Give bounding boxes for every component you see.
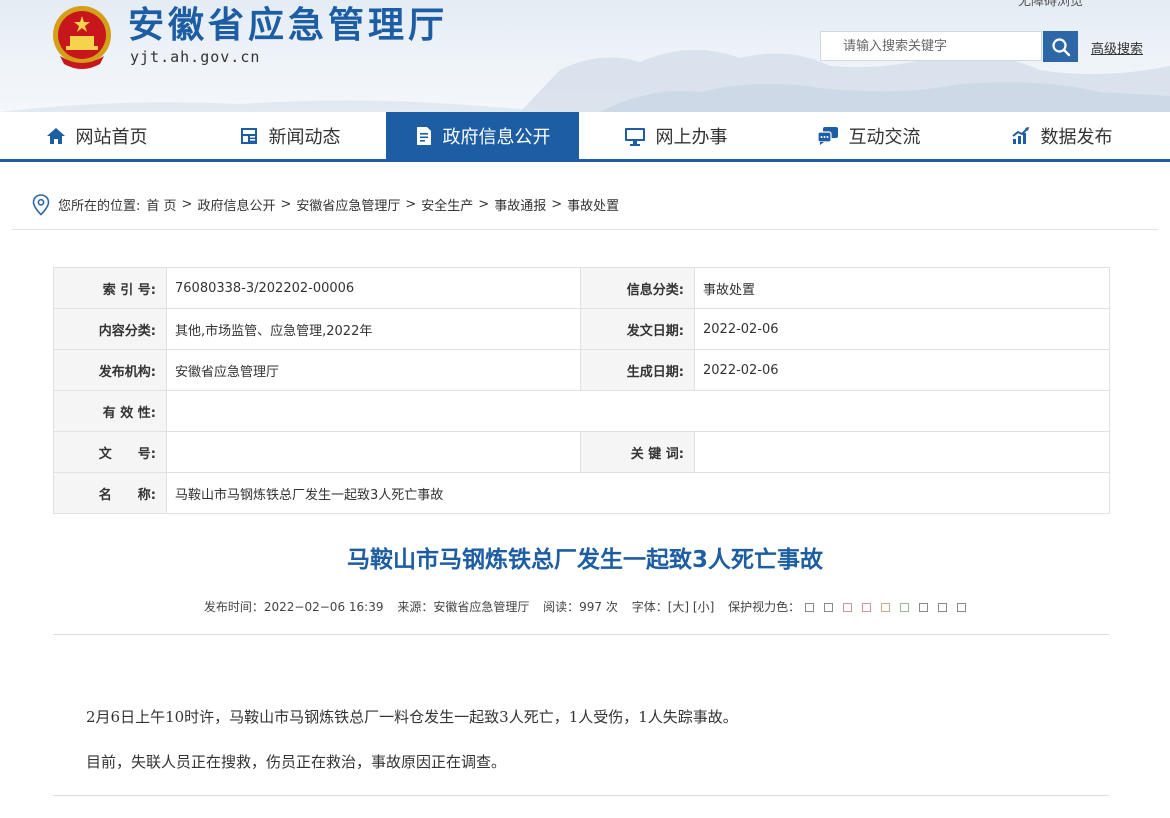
breadcrumb-separator: > [181, 197, 193, 212]
breadcrumb-separator: > [405, 197, 417, 212]
table-row: 内容分类: 其他,市场监管、应急管理,2022年 发文日期: 2022-02-0… [53, 308, 1110, 350]
table-row: 索 引 号: 76080338-3/202202-00006 信息分类: 事故处… [53, 267, 1110, 309]
chart-icon [1011, 126, 1029, 144]
view-count: 阅读：997 次 [543, 600, 618, 614]
nav-item-news[interactable]: 新闻动态 [193, 112, 386, 159]
monitor-icon [624, 127, 645, 146]
org-label: 发布机构: [53, 349, 167, 391]
main-nav: 网站首页 新闻动态 政府信息公开 网上办事 互动交流 数据发布 [0, 112, 1170, 162]
table-row: 发布机构: 安徽省应急管理厅 生成日期: 2022-02-06 [53, 349, 1110, 391]
national-emblem-icon [50, 4, 114, 70]
font-size-control[interactable]: 字体：[大] [小] [632, 600, 715, 614]
keywords-label: 关 键 词: [580, 431, 695, 473]
site-header: 安徽省应急管理厅 yjt.ah.gov.cn 无障碍浏览 高级搜索 [0, 0, 1170, 112]
doc-no-value [166, 431, 581, 473]
nav-item-gov-info[interactable]: 政府信息公开 [386, 112, 579, 159]
doc-no-label: 文 号: [53, 431, 167, 473]
table-row: 名 称: 马鞍山市马钢炼铁总厂发生一起致3人死亡事故 [53, 472, 1110, 514]
breadcrumb-item[interactable]: 事故处置 [567, 195, 619, 214]
advanced-search-link[interactable]: 高级搜索 [1091, 38, 1143, 57]
chat-icon [816, 126, 838, 145]
table-row: 文 号: 关 键 词: [53, 431, 1110, 473]
nav-item-label: 新闻动态 [268, 126, 341, 148]
index-label: 索 引 号: [53, 267, 167, 309]
eye-color-swatch[interactable] [919, 603, 929, 612]
nav-item-label: 政府信息公开 [442, 126, 551, 148]
keywords-value [694, 431, 1110, 473]
nav-item-data-release[interactable]: 数据发布 [965, 112, 1158, 159]
name-value: 马鞍山市马钢炼铁总厂发生一起致3人死亡事故 [166, 472, 1110, 514]
search-icon [1051, 37, 1070, 56]
validity-label: 有 效 性: [53, 390, 167, 432]
gen-date-label: 生成日期: [580, 349, 695, 391]
nav-item-label: 网站首页 [75, 126, 148, 148]
accessibility-link[interactable]: 无障碍浏览 [1018, 0, 1083, 9]
breadcrumb: 您所在的位置: 首 页 > 政府信息公开 > 安徽省应急管理厅 > 安全生产 >… [12, 180, 1158, 230]
table-row: 有 效 性: [53, 390, 1110, 432]
home-icon [46, 127, 65, 144]
breadcrumb-item[interactable]: 政府信息公开 [197, 195, 275, 214]
issue-date-value: 2022-02-06 [694, 308, 1110, 350]
nav-item-interaction[interactable]: 互动交流 [772, 112, 965, 159]
search-input[interactable] [820, 31, 1042, 61]
eye-color-swatch[interactable] [843, 603, 853, 612]
nav-item-label: 数据发布 [1040, 126, 1113, 148]
org-value: 安徽省应急管理厅 [166, 349, 581, 391]
info-table: 索 引 号: 76080338-3/202202-00006 信息分类: 事故处… [53, 267, 1110, 514]
eye-color-swatch[interactable] [805, 603, 815, 612]
nav-item-home[interactable]: 网站首页 [0, 112, 193, 159]
issue-date-label: 发文日期: [580, 308, 695, 350]
category-label: 信息分类: [580, 267, 695, 309]
site-name[interactable]: 安徽省应急管理厅 [128, 4, 448, 48]
eye-color-swatch[interactable] [900, 603, 910, 612]
article-source: 来源：安徽省应急管理厅 [397, 600, 530, 614]
search-button[interactable] [1043, 31, 1078, 62]
eye-color-label: 保护视力色： [728, 600, 801, 614]
content-divider [53, 634, 1109, 635]
content-label: 内容分类: [53, 308, 167, 350]
news-icon [240, 127, 257, 144]
eye-color-swatch[interactable] [824, 603, 834, 612]
breadcrumb-separator: > [280, 197, 292, 212]
article-title: 马鞍山市马钢炼铁总厂发生一起致3人死亡事故 [346, 547, 823, 573]
article-meta: 发布时间：2022−02−06 16:39 来源：安徽省应急管理厅 阅读：997… [0, 598, 1170, 615]
article-paragraph: 2月6日上午10时许，马鞍山市马钢炼铁总厂一料仓发生一起致3人死亡，1人受伤，1… [86, 708, 738, 726]
nav-item-label: 网上办事 [655, 126, 728, 148]
breadcrumb-item[interactable]: 安徽省应急管理厅 [296, 195, 400, 214]
eye-color-swatch[interactable] [881, 603, 891, 612]
name-label: 名 称: [53, 472, 167, 514]
eye-color-swatch[interactable] [938, 603, 948, 612]
index-value: 76080338-3/202202-00006 [166, 267, 581, 309]
nav-item-label: 互动交流 [848, 126, 921, 148]
eye-color-swatch[interactable] [862, 603, 872, 612]
publish-time: 发布时间：2022−02−06 16:39 [203, 600, 384, 614]
breadcrumb-separator: > [478, 197, 490, 212]
eye-color-swatch[interactable] [957, 603, 967, 612]
site-domain: yjt.ah.gov.cn [130, 48, 261, 66]
content-divider [53, 795, 1109, 796]
validity-value [166, 390, 1110, 432]
nav-item-online-service[interactable]: 网上办事 [579, 112, 772, 159]
breadcrumb-item-home[interactable]: 首 页 [146, 195, 176, 214]
breadcrumb-item[interactable]: 安全生产 [421, 195, 473, 214]
location-pin-icon [32, 193, 50, 216]
category-value: 事故处置 [694, 267, 1110, 309]
content-value: 其他,市场监管、应急管理,2022年 [166, 308, 581, 350]
gen-date-value: 2022-02-06 [694, 349, 1110, 391]
breadcrumb-item[interactable]: 事故通报 [494, 195, 546, 214]
breadcrumb-prefix: 您所在的位置: [58, 199, 141, 214]
article-paragraph: 目前，失联人员正在搜救，伤员正在救治，事故原因正在调查。 [86, 753, 507, 771]
breadcrumb-separator: > [551, 197, 563, 212]
document-icon [416, 126, 431, 145]
